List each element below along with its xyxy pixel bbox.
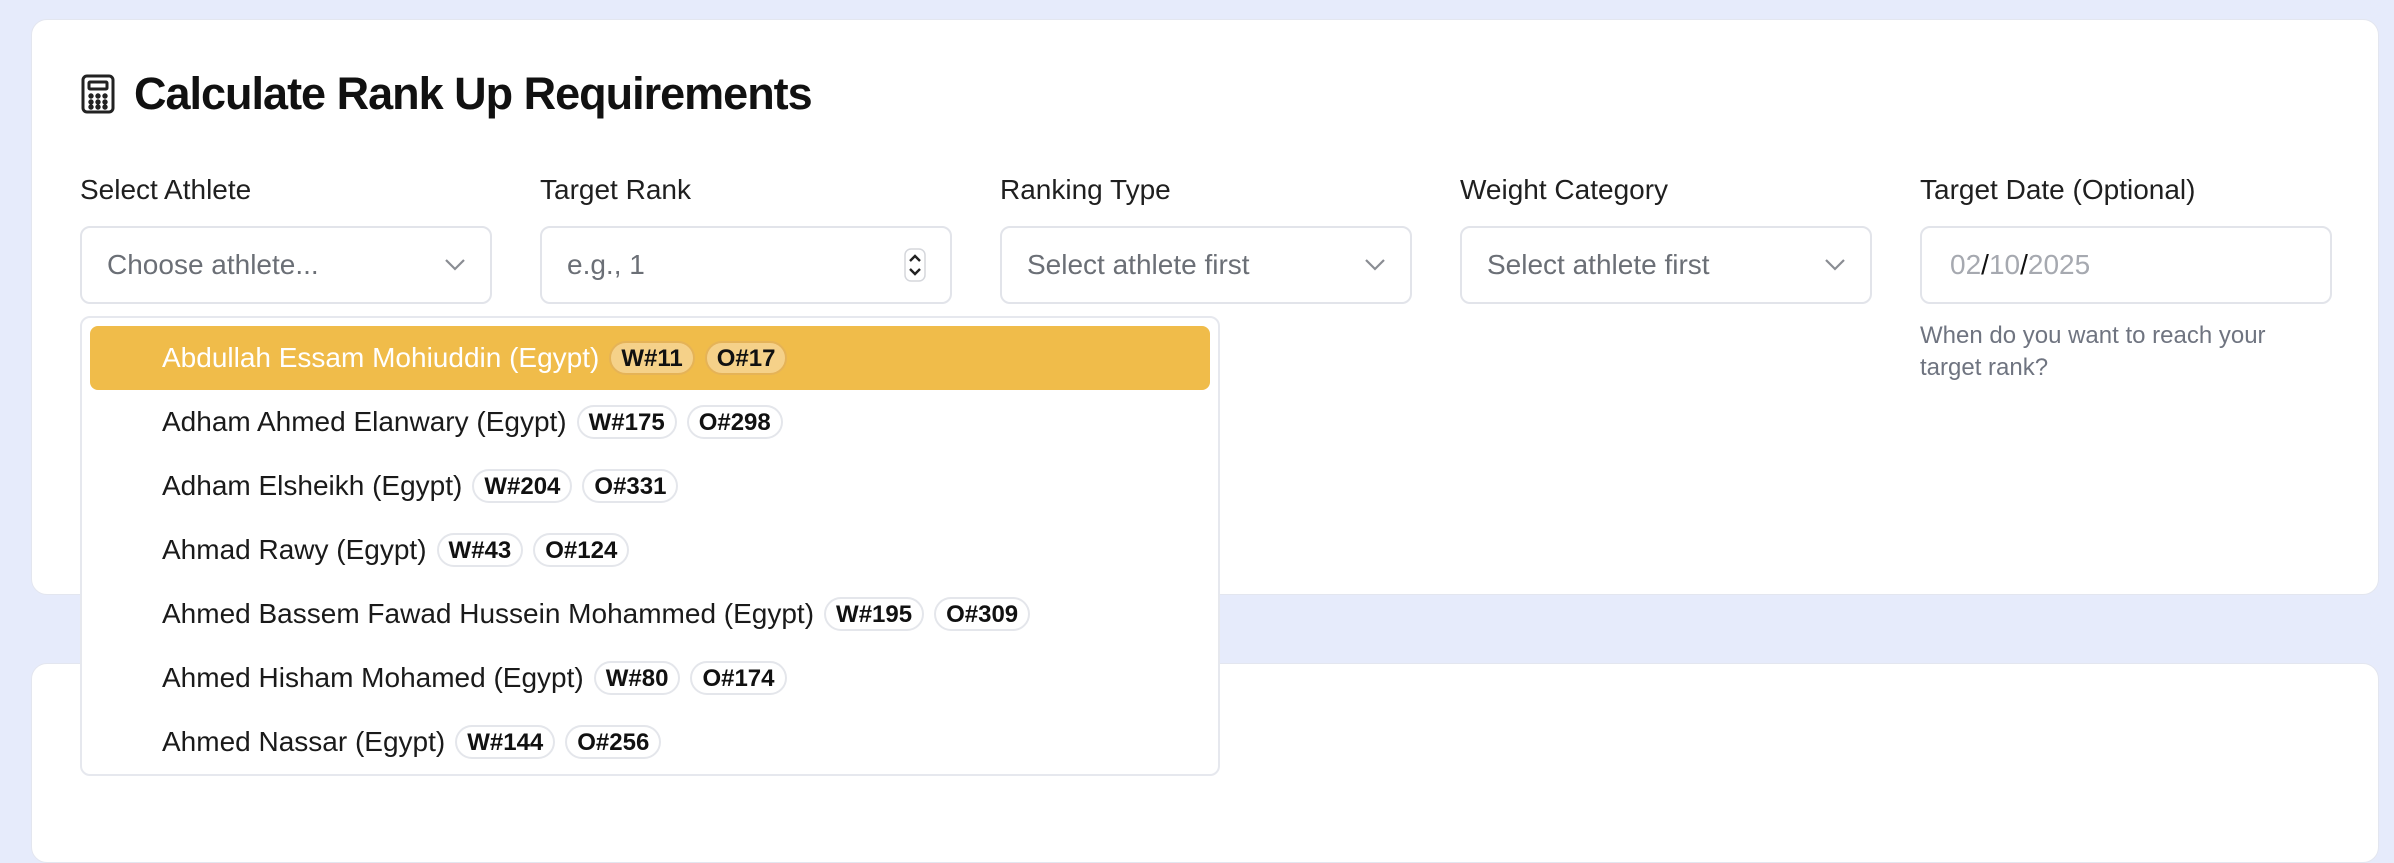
athlete-option-name: Ahmed Hisham Mohamed (Egypt) [162, 662, 584, 693]
weight-rank-badge: W#175 [576, 405, 677, 439]
ranking-type-select[interactable]: Select athlete first [1000, 226, 1412, 304]
athlete-option-name: Abdullah Essam Mohiuddin (Egypt) [162, 342, 600, 373]
date-separator: / [2020, 249, 2028, 280]
weight-category-select[interactable]: Select athlete first [1460, 226, 1872, 304]
athlete-option-name: Ahmed Bassem Fawad Hussein Mohammed (Egy… [162, 598, 815, 629]
athlete-option[interactable]: Ahmad Rawy (Egypt) W#43 O#124 [90, 518, 1210, 582]
weight-category-label: Weight Category [1460, 174, 1669, 205]
athlete-option[interactable]: Abdullah Essam Mohiuddin (Egypt) W#11 O#… [90, 326, 1210, 390]
weight-category-field: Weight Category Select athlete first [1460, 172, 1872, 304]
date-separator: / [1981, 249, 1989, 280]
athlete-option-name: Ahmad Rawy (Egypt) [162, 534, 427, 565]
athlete-option[interactable]: Ahmed Nassar (Egypt) W#144 O#256 [90, 710, 1210, 774]
target-date-input[interactable]: 02/10/2025 [1920, 226, 2332, 304]
date-year[interactable]: 2025 [2028, 249, 2090, 281]
overall-rank-badge: O#174 [690, 661, 787, 695]
target-date-field: Target Date (Optional) 02/10/2025 When d… [1920, 172, 2332, 384]
ranking-type-placeholder: Select athlete first [1027, 249, 1250, 280]
athlete-dropdown-list[interactable]: Abdullah Essam Mohiuddin (Egypt) W#11 O#… [80, 316, 1220, 776]
athlete-option[interactable]: Adham Elsheikh (Egypt) W#204 O#331 [90, 454, 1210, 518]
overall-rank-badge: O#331 [582, 469, 679, 503]
athlete-option-name: Adham Ahmed Elanwary (Egypt) [162, 406, 567, 437]
number-stepper-icon[interactable] [904, 248, 926, 282]
weight-rank-badge: W#195 [824, 597, 925, 631]
athlete-option[interactable]: Ahmed Hisham Mohamed (Egypt) W#80 O#174 [90, 646, 1210, 710]
date-day[interactable]: 10 [1989, 249, 2020, 281]
athlete-option-name: Adham Elsheikh (Egypt) [162, 470, 463, 501]
athlete-select-placeholder: Choose athlete... [107, 249, 319, 280]
page-title: Calculate Rank Up Requirements [134, 68, 813, 119]
overall-rank-badge: O#298 [686, 405, 783, 439]
overall-rank-badge: O#309 [934, 597, 1031, 631]
chevron-down-icon [1364, 258, 1386, 272]
weight-rank-badge: W#11 [609, 341, 695, 375]
card-header: Calculate Rank Up Requirements [80, 66, 813, 122]
target-date-hint: When do you want to reach your target ra… [1920, 322, 2266, 381]
date-month[interactable]: 02 [1950, 249, 1981, 281]
weight-rank-badge: W#80 [593, 661, 681, 695]
calculator-icon [80, 74, 116, 114]
chevron-down-icon [444, 258, 466, 272]
target-rank-field: Target Rank e.g., 1 [540, 172, 952, 304]
target-rank-input[interactable]: e.g., 1 [540, 226, 952, 304]
overall-rank-badge: O#256 [565, 725, 662, 759]
target-rank-placeholder: e.g., 1 [567, 249, 645, 280]
weight-rank-badge: W#144 [455, 725, 556, 759]
weight-rank-badge: W#204 [472, 469, 573, 503]
athlete-field: Select Athlete Choose athlete... [80, 172, 492, 304]
athlete-option-name: Ahmed Nassar (Egypt) [162, 726, 446, 757]
chevron-down-icon [1824, 258, 1846, 272]
target-date-label: Target Date (Optional) [1920, 174, 2196, 205]
athlete-select[interactable]: Choose athlete... [80, 226, 492, 304]
ranking-type-label: Ranking Type [1000, 174, 1171, 205]
weight-rank-badge: W#43 [436, 533, 524, 567]
target-rank-label: Target Rank [540, 174, 691, 205]
weight-category-placeholder: Select athlete first [1487, 249, 1710, 280]
athlete-option[interactable]: Adham Ahmed Elanwary (Egypt) W#175 O#298 [90, 390, 1210, 454]
athlete-option[interactable]: Ahmed Bassem Fawad Hussein Mohammed (Egy… [90, 582, 1210, 646]
athlete-label: Select Athlete [80, 174, 252, 205]
overall-rank-badge: O#17 [704, 341, 788, 375]
ranking-type-field: Ranking Type Select athlete first [1000, 172, 1412, 304]
overall-rank-badge: O#124 [533, 533, 630, 567]
